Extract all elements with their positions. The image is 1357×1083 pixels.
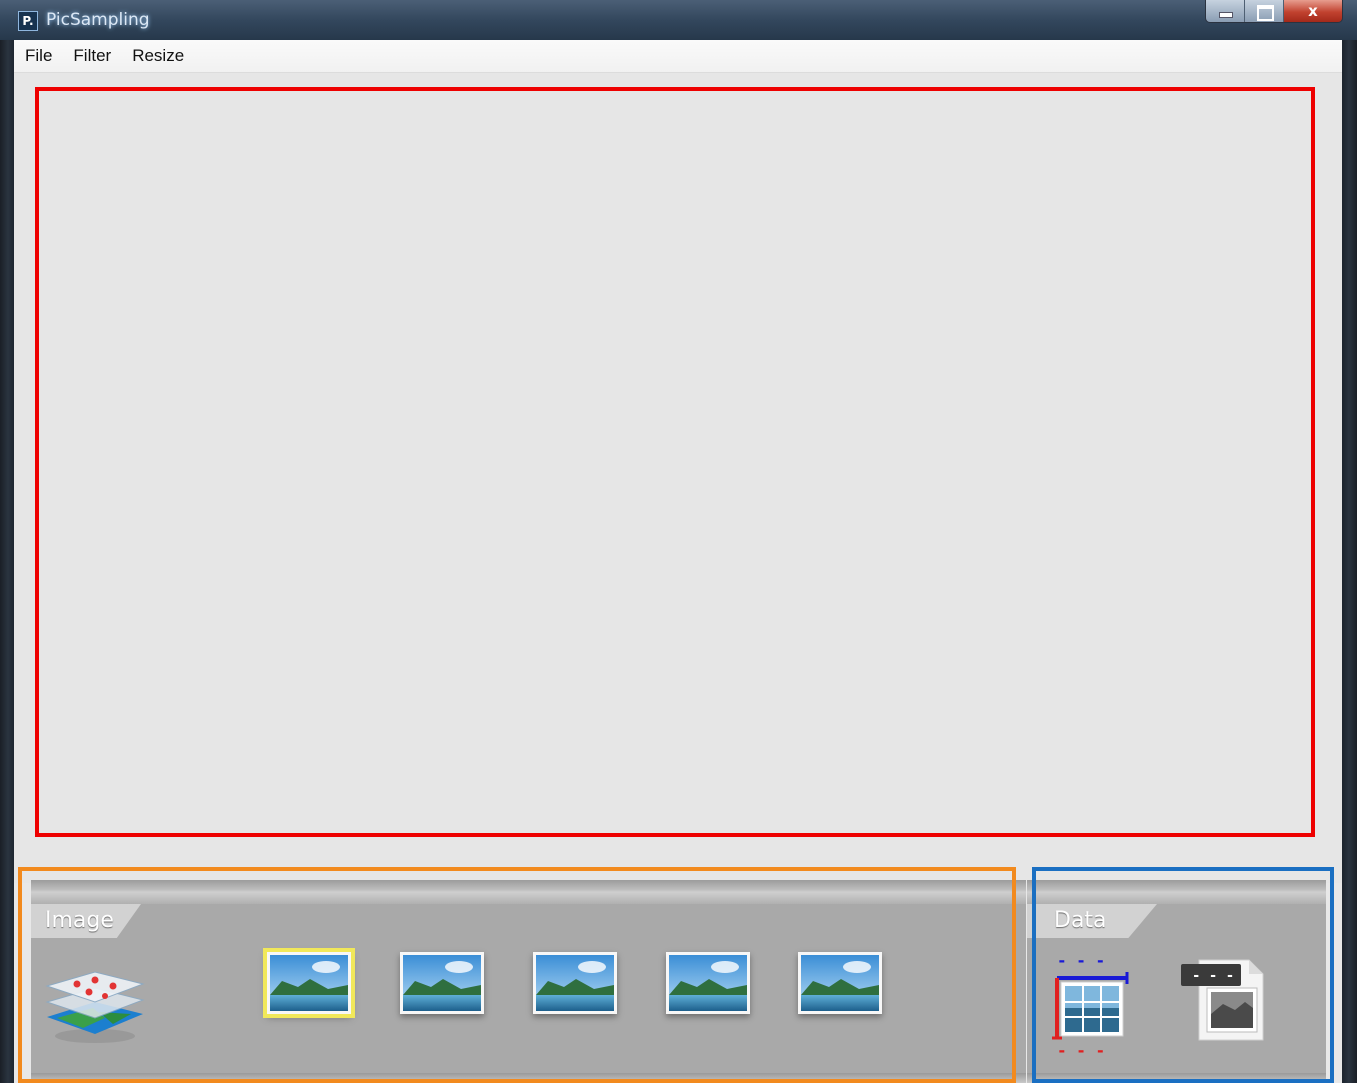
minimize-icon — [1219, 12, 1233, 18]
maximize-icon — [1257, 5, 1274, 21]
image-panel-highlight-box — [18, 867, 1016, 1083]
close-icon: x — [1308, 2, 1318, 20]
title-bar[interactable]: P. PicSampling x — [0, 0, 1357, 40]
menu-bar: File Filter Resize — [14, 40, 1342, 73]
menu-file[interactable]: File — [14, 46, 62, 66]
app-window: P. PicSampling x File Filter Resize Imag… — [0, 0, 1357, 1083]
minimize-button[interactable] — [1206, 0, 1245, 22]
menu-resize[interactable]: Resize — [121, 46, 194, 66]
window-controls: x — [1205, 0, 1343, 23]
window-title: PicSampling — [46, 10, 150, 30]
app-icon: P. — [18, 11, 38, 31]
maximize-button[interactable] — [1245, 0, 1284, 22]
menu-filter[interactable]: Filter — [62, 46, 121, 66]
data-panel-highlight-box — [1032, 867, 1334, 1083]
canvas-highlight-box — [35, 87, 1315, 837]
close-button[interactable]: x — [1284, 0, 1342, 22]
